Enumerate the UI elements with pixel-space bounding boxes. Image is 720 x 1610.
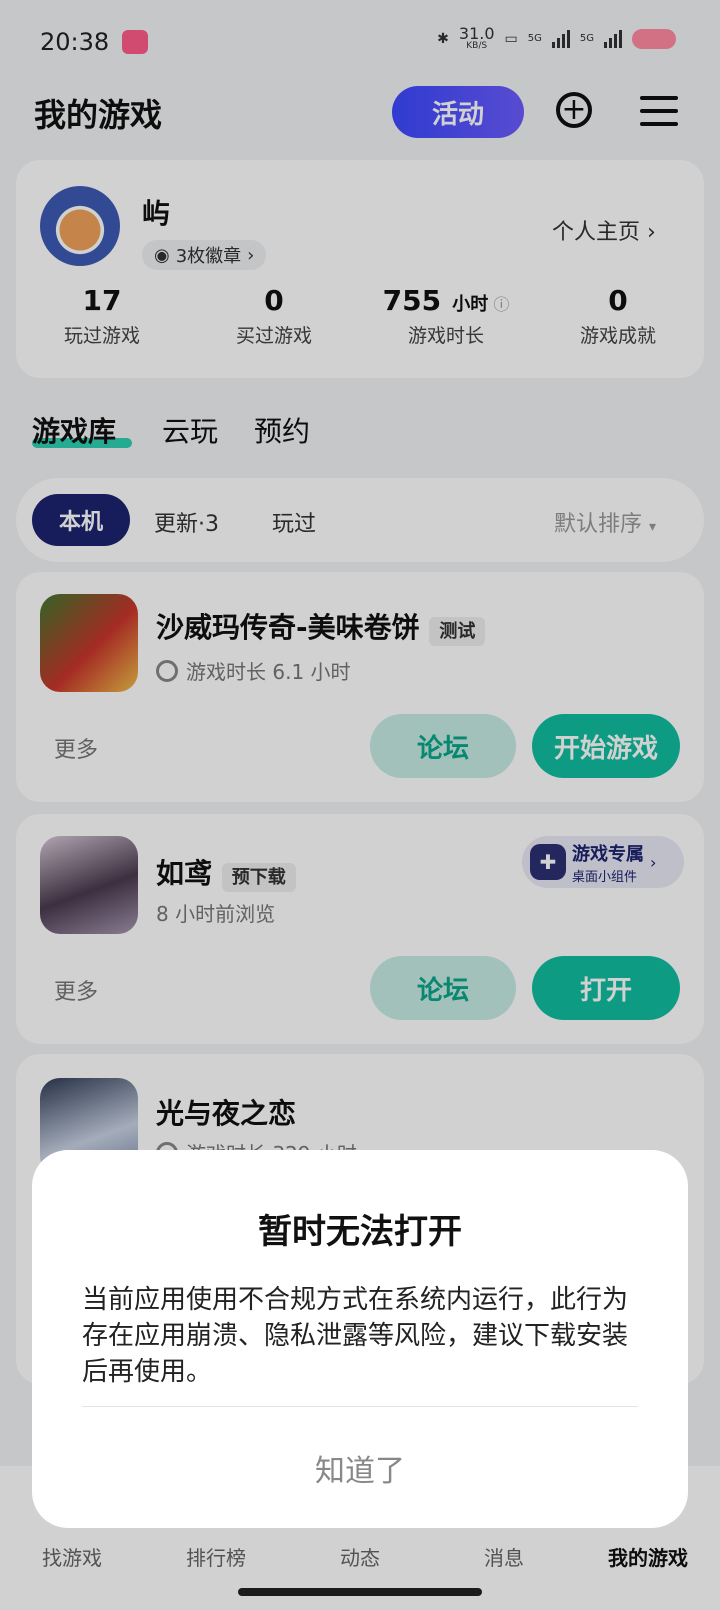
dialog-message: 当前应用使用不合规方式在系统内运行，此行为存在应用崩溃、隐私泄露等风险，建议下载… — [82, 1285, 629, 1387]
dialog-ok-button[interactable]: 知道了 — [32, 1446, 688, 1490]
dialog-title: 暂时无法打开 — [258, 1212, 462, 1252]
dialog-divider — [82, 1406, 638, 1407]
